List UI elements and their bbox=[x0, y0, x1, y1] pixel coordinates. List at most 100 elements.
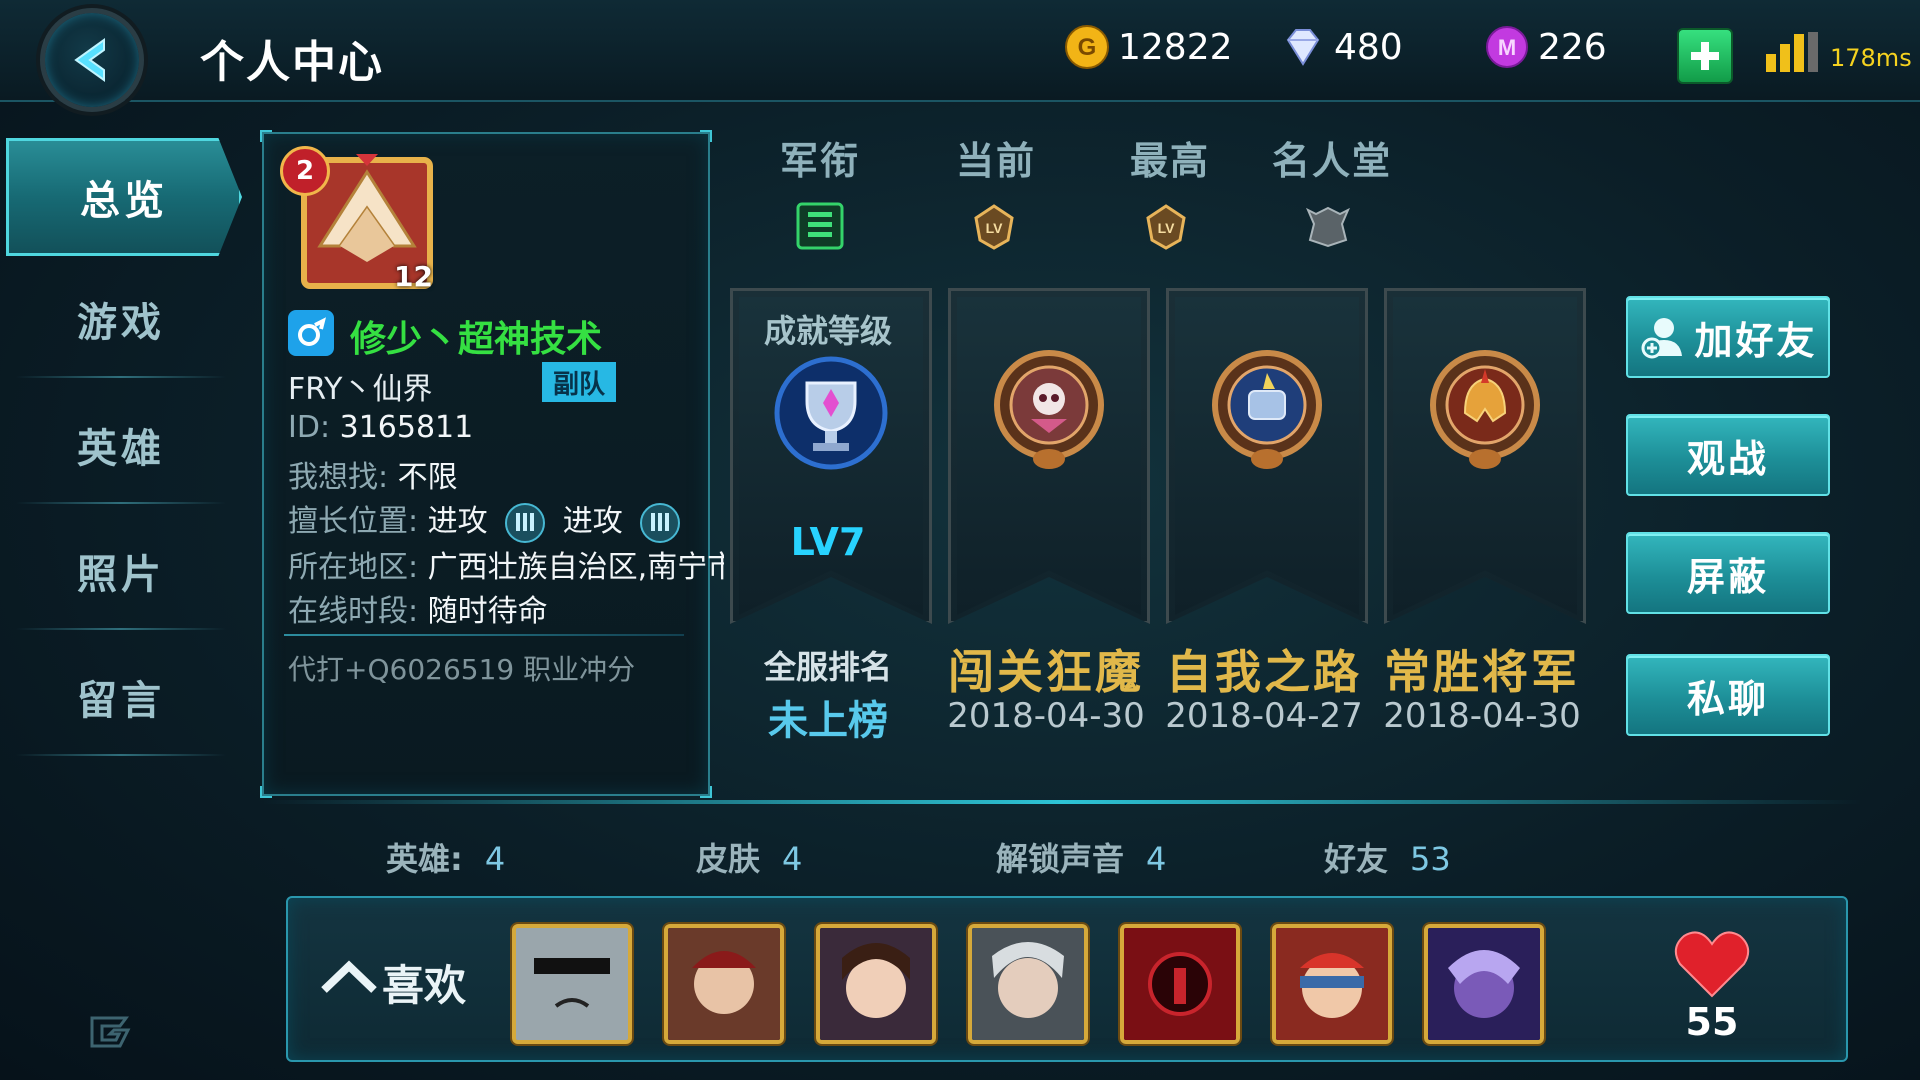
position-value-2: 进攻 bbox=[562, 504, 623, 539]
stat-voices: 解锁声音 4 bbox=[996, 834, 1166, 880]
attack-position-icon bbox=[505, 502, 546, 543]
sidebar-item-games[interactable]: 游戏 bbox=[16, 260, 226, 378]
guild-role-badge: 副队 bbox=[542, 362, 616, 402]
trophy-icon bbox=[774, 356, 888, 470]
region-value: 广西壮族自治区,南宁市 bbox=[427, 550, 724, 585]
stat-friends-label: 好友 bbox=[1324, 840, 1389, 878]
page-title: 个人中心 bbox=[200, 37, 384, 88]
current-rank-icon[interactable]: LV bbox=[968, 200, 1020, 252]
seeking-label: 我想找: bbox=[288, 460, 389, 495]
diamond-currency: 480 bbox=[1280, 24, 1403, 70]
stat-friends-value: 53 bbox=[1410, 840, 1451, 878]
divider bbox=[262, 800, 1862, 804]
back-arrow-icon bbox=[74, 38, 105, 82]
region-label: 所在地区: bbox=[288, 550, 419, 585]
add-friend-button[interactable]: 加好友 bbox=[1626, 296, 1830, 378]
back-button[interactable] bbox=[40, 8, 144, 112]
plus-icon bbox=[1691, 42, 1719, 70]
add-friend-label: 加好友 bbox=[1694, 318, 1818, 363]
private-chat-button[interactable]: 私聊 bbox=[1626, 654, 1830, 736]
stat-skins-value: 4 bbox=[782, 840, 803, 878]
svg-text:LV: LV bbox=[986, 220, 1004, 236]
svg-text:M: M bbox=[1498, 35, 1516, 60]
region-row: 所在地区: 广西壮族自治区,南宁市 bbox=[288, 542, 724, 586]
seeking-value: 不限 bbox=[397, 460, 458, 495]
avatar-badge-number: 12 bbox=[394, 260, 433, 293]
position-label: 擅长位置: bbox=[288, 504, 419, 539]
game-logo-icon bbox=[90, 1016, 131, 1048]
rank-header-hall-of-fame: 名人堂 bbox=[1272, 139, 1393, 183]
achievement-title-1: 闯关狂魔 bbox=[948, 645, 1144, 699]
diamond-amount: 480 bbox=[1334, 26, 1403, 68]
svg-text:G: G bbox=[1078, 34, 1097, 61]
stat-voices-label: 解锁声音 bbox=[996, 840, 1125, 878]
fist-medal-icon bbox=[1212, 350, 1322, 469]
rank-header-military: 军衔 bbox=[780, 139, 861, 183]
gold-currency: G 12822 bbox=[1064, 24, 1233, 70]
achievement-date-3: 2018-04-30 bbox=[1383, 696, 1581, 736]
achievement-title-3: 常胜将军 bbox=[1384, 645, 1580, 699]
liker-avatar[interactable] bbox=[512, 924, 632, 1044]
achievement-banner-1[interactable] bbox=[948, 288, 1150, 624]
military-rank-icon[interactable] bbox=[794, 200, 846, 252]
achievement-date-2: 2018-04-27 bbox=[1165, 696, 1363, 736]
server-rank-value: 未上榜 bbox=[768, 698, 888, 744]
sidebar: 总览 游戏 英雄 照片 留言 bbox=[0, 130, 242, 1080]
achievement-banner-2[interactable] bbox=[1166, 288, 1368, 624]
player-id-value: 3165811 bbox=[339, 410, 474, 445]
liker-avatar[interactable] bbox=[968, 924, 1088, 1044]
liker-avatar[interactable] bbox=[1120, 924, 1240, 1044]
profile-card: 2 12 修少丶超神技术 FRY丶仙界 副队 ID: 3165811 我想找: … bbox=[260, 130, 724, 798]
likes-count: 55 bbox=[1685, 1000, 1739, 1044]
stat-voices-value: 4 bbox=[1146, 840, 1167, 878]
player-name: 修少丶超神技术 bbox=[350, 319, 603, 360]
heart-icon[interactable] bbox=[1672, 928, 1752, 1000]
stat-heroes: 英雄: 4 bbox=[386, 834, 505, 880]
sidebar-item-overview[interactable]: 总览 bbox=[6, 138, 242, 256]
male-gender-icon bbox=[288, 310, 334, 356]
highest-rank-icon[interactable]: LV bbox=[1140, 200, 1192, 252]
server-rank-label: 全服排名 bbox=[763, 648, 892, 686]
add-currency-button[interactable] bbox=[1677, 28, 1733, 84]
stat-heroes-value: 4 bbox=[484, 840, 506, 878]
achievement-title-2: 自我之路 bbox=[1166, 645, 1362, 699]
online-time-value: 随时待命 bbox=[427, 594, 548, 629]
hall-of-fame-icon[interactable] bbox=[1302, 200, 1354, 252]
liker-avatar[interactable] bbox=[816, 924, 936, 1044]
sidebar-item-messages[interactable]: 留言 bbox=[16, 638, 226, 756]
svg-text:LV: LV bbox=[1158, 220, 1176, 236]
player-id-row: ID: 3165811 bbox=[288, 410, 473, 445]
stat-skins: 皮肤 4 bbox=[696, 834, 802, 880]
avatar-level-badge: 2 bbox=[280, 146, 330, 196]
liker-avatar[interactable] bbox=[1272, 924, 1392, 1044]
rank-header-highest: 最高 bbox=[1130, 139, 1211, 183]
liker-avatar[interactable] bbox=[1424, 924, 1544, 1044]
add-friend-icon bbox=[1641, 318, 1683, 359]
chevron-up-icon[interactable] bbox=[318, 956, 380, 996]
online-time-row: 在线时段: 随时待命 bbox=[288, 586, 548, 630]
guild-name: FRY丶仙界 bbox=[288, 372, 433, 407]
achievement-level-title: 成就等级 bbox=[763, 312, 892, 350]
likes-panel: 喜欢 55 bbox=[286, 896, 1848, 1062]
diamond-icon bbox=[1286, 29, 1320, 66]
attack-position-icon bbox=[640, 502, 681, 543]
top-bar: 个人中心 G 12822 480 M 226 178ms bbox=[0, 0, 1920, 112]
block-button[interactable]: 屏蔽 bbox=[1626, 532, 1830, 614]
sidebar-item-heroes[interactable]: 英雄 bbox=[16, 386, 226, 504]
gem-amount: 226 bbox=[1538, 26, 1607, 68]
likes-label[interactable]: 喜欢 bbox=[382, 952, 466, 1013]
sidebar-item-photos[interactable]: 照片 bbox=[16, 512, 226, 630]
achievement-banner-3[interactable] bbox=[1384, 288, 1586, 624]
stat-heroes-label: 英雄: bbox=[386, 840, 463, 878]
stat-friends: 好友 53 bbox=[1324, 834, 1451, 880]
spectate-button[interactable]: 观战 bbox=[1626, 414, 1830, 496]
achievement-level-value: LV7 bbox=[790, 520, 866, 564]
liker-avatar[interactable] bbox=[664, 924, 784, 1044]
gold-coin-icon: G bbox=[1065, 25, 1109, 69]
helmet-medal-icon bbox=[1430, 350, 1540, 469]
ping-readout: 178ms bbox=[1830, 44, 1912, 72]
position-value-1: 进攻 bbox=[427, 504, 488, 539]
position-row: 擅长位置: 进攻 进攻 bbox=[288, 496, 688, 543]
divider bbox=[284, 634, 684, 636]
signal-strength-icon bbox=[1766, 32, 1818, 72]
